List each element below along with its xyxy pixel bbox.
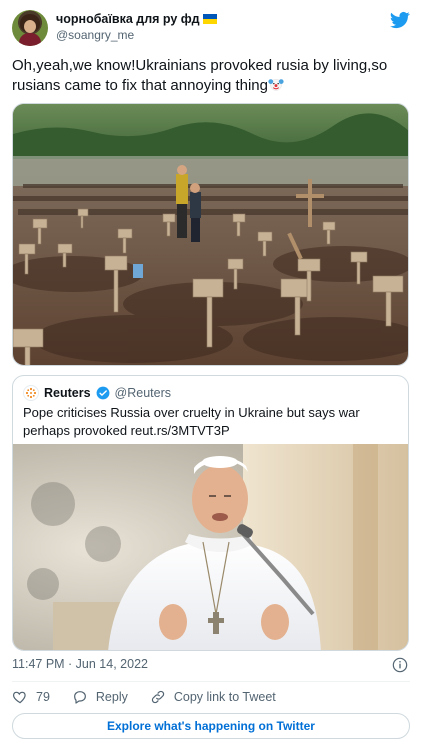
like-count: 79	[36, 690, 50, 704]
display-name[interactable]: чорнобаївка для ру фд	[56, 11, 217, 27]
tweet-photo-graves[interactable]	[12, 103, 409, 366]
quoted-tweet[interactable]: Reuters @Reuters Pope criticises Russia …	[12, 375, 409, 651]
quoted-photo-pope[interactable]	[13, 444, 408, 650]
copy-link-label: Copy link to Tweet	[173, 690, 276, 704]
copy-link-button[interactable]: Copy link to Tweet	[150, 689, 276, 705]
avatar-body	[19, 33, 41, 46]
link-icon	[151, 690, 165, 704]
heart-icon	[12, 691, 26, 704]
reply-icon	[73, 691, 86, 704]
user-handle[interactable]: @soangry_me	[56, 27, 217, 43]
pope-photo	[13, 444, 408, 650]
tweet-text-body: Oh,yeah,we know!Ukrainians provoked rusi…	[12, 57, 388, 94]
verified-badge-icon	[96, 386, 109, 400]
user-names[interactable]: чорнобаївка для ру фд @soangry_me	[56, 11, 217, 43]
like-button[interactable]: 79	[12, 689, 50, 705]
graves-photo	[13, 104, 408, 365]
tweet-actions: 79 Reply Copy link to Tweet	[12, 687, 298, 707]
twitter-bird-icon[interactable]	[390, 10, 410, 30]
avatar-face	[24, 20, 36, 33]
quoted-handle: @Reuters	[114, 386, 172, 400]
explore-twitter-button[interactable]: Explore what's happening on Twitter	[12, 713, 410, 739]
quoted-text: Pope criticises Russia over cruelty in U…	[23, 405, 360, 438]
reuters-logo-icon	[23, 385, 39, 401]
reply-label: Reply	[95, 690, 128, 704]
explore-label: Explore what's happening on Twitter	[107, 719, 315, 733]
tweet-timestamp[interactable]: 11:47 PM · Jun 14, 2022	[12, 657, 148, 671]
clown-face-icon	[268, 78, 284, 91]
info-icon[interactable]	[392, 657, 408, 673]
avatar[interactable]	[12, 10, 48, 46]
quoted-header: Reuters @Reuters	[23, 385, 171, 401]
tweet-header: чорнобаївка для ру фд @soangry_me	[12, 10, 410, 46]
tweet-text: Oh,yeah,we know!Ukrainians provoked rusi…	[12, 56, 410, 96]
quoted-name: Reuters	[44, 386, 91, 400]
reply-button[interactable]: Reply	[72, 689, 128, 705]
display-name-text[interactable]: чорнобаївка для ру фд	[56, 11, 200, 27]
divider	[12, 681, 410, 682]
ukraine-flag-icon	[202, 14, 217, 24]
